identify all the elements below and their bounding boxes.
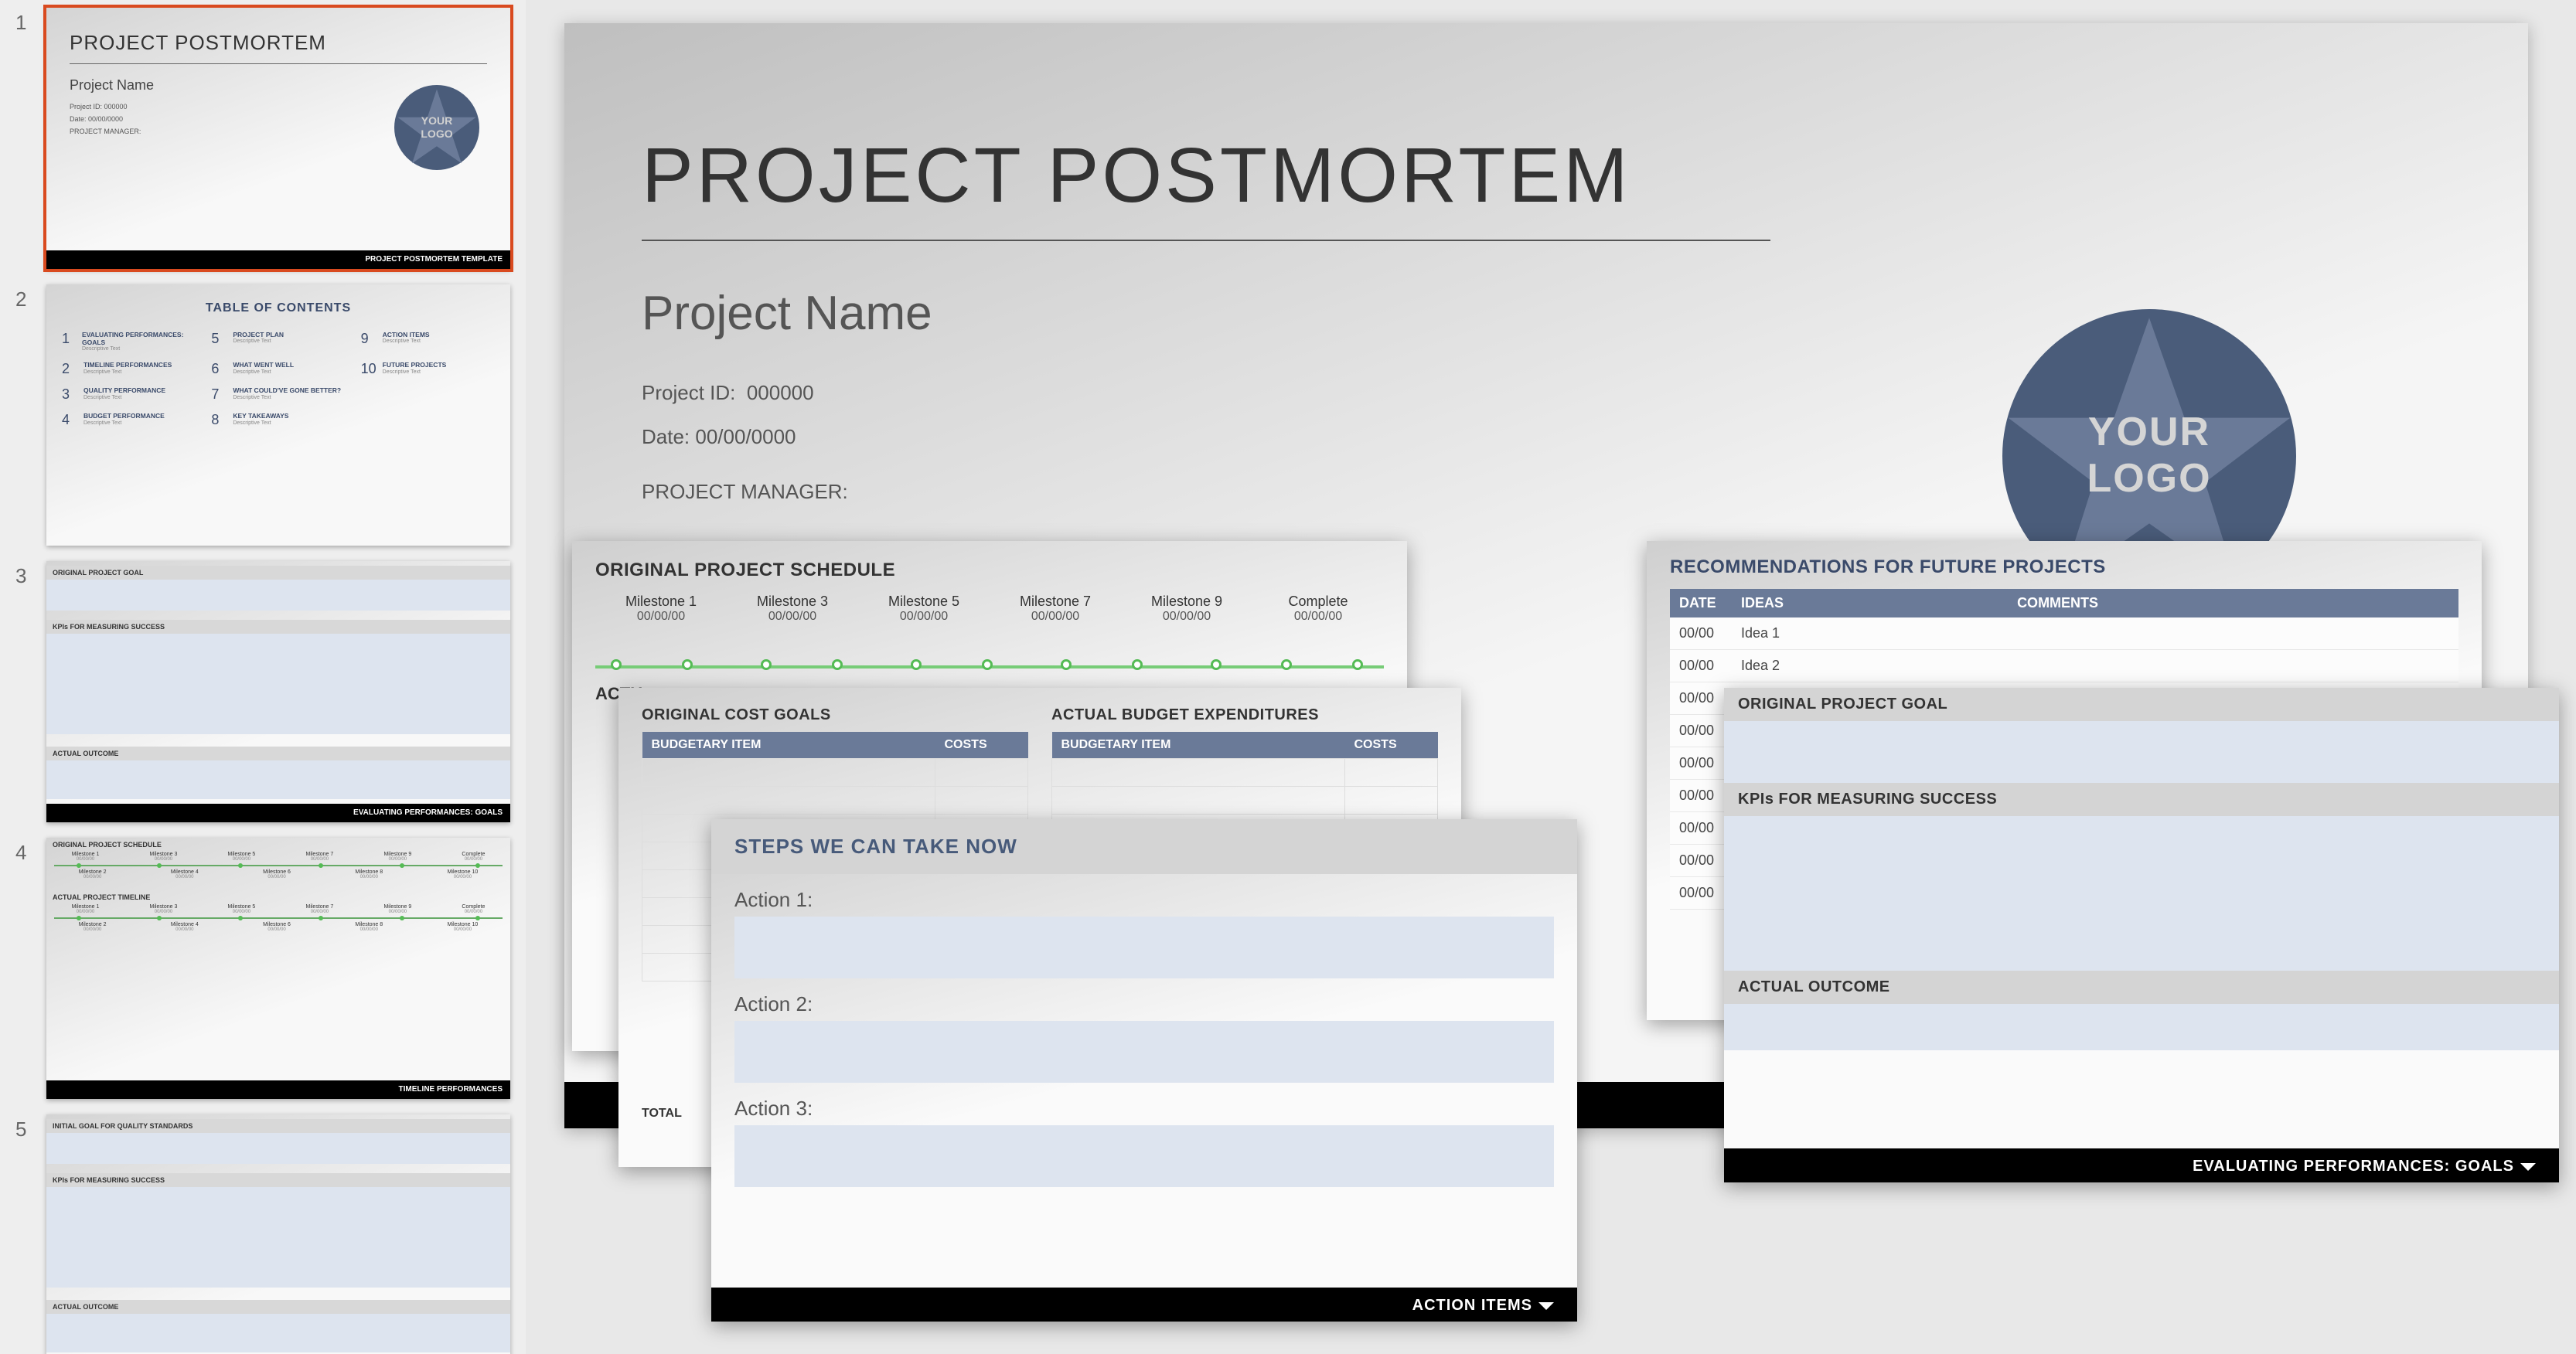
- slide-thumbnail-1[interactable]: PROJECT POSTMORTEM Project Name Project …: [46, 8, 510, 269]
- milestone-row: Milestone 200/00/00Milestone 400/00/00Mi…: [46, 922, 510, 932]
- action-3-box[interactable]: [734, 1125, 1554, 1187]
- divider: [70, 63, 487, 64]
- section-header: ACTUAL PROJECT TIMELINE: [46, 890, 510, 904]
- main-canvas: PROJECT POSTMORTEM Project Name Project …: [541, 0, 2576, 1354]
- section-header: KPIs FOR MEASURING SUCCESS: [46, 620, 510, 634]
- timeline-line: [54, 917, 503, 919]
- thumb-footer: PROJECT POSTMORTEM TEMPLATE: [46, 250, 510, 269]
- section-header: ORIGINAL PROJECT SCHEDULE: [46, 838, 510, 852]
- arrow-down-icon: [2520, 1163, 2536, 1171]
- slide-subtitle[interactable]: Project Name: [642, 286, 932, 341]
- section-body: [46, 1133, 510, 1164]
- project-id-line: Project ID: 000000: [642, 371, 848, 415]
- goal-box-2[interactable]: [1724, 816, 2559, 971]
- card-title: ORIGINAL PROJECT SCHEDULE: [595, 560, 1384, 581]
- goal-h3: ACTUAL OUTCOME: [1724, 971, 2559, 1004]
- milestone-row: Milestone 100/00/00Milestone 300/00/00Mi…: [46, 852, 510, 862]
- thumb-number: 4: [15, 838, 46, 865]
- thumb-number: 3: [15, 561, 46, 588]
- section-header: ACTUAL OUTCOME: [46, 747, 510, 760]
- section-header: ACTUAL OUTCOME: [46, 1300, 510, 1314]
- slide-thumbnail-2[interactable]: TABLE OF CONTENTS 1EVALUATING PERFORMANC…: [46, 284, 510, 546]
- card-footer: ACTION ITEMS: [711, 1288, 1577, 1322]
- thumb-subtitle: Project Name: [70, 77, 154, 94]
- slide-thumbnail-3[interactable]: ORIGINAL PROJECT GOAL KPIs FOR MEASURING…: [46, 561, 510, 822]
- slide-title[interactable]: PROJECT POSTMORTEM: [642, 131, 1631, 220]
- goal-h2: KPIs FOR MEASURING SUCCESS: [1724, 783, 2559, 816]
- section-header: KPIs FOR MEASURING SUCCESS: [46, 1173, 510, 1187]
- arrow-down-icon: [1538, 1302, 1554, 1310]
- cost-left-title: ORIGINAL COST GOALS: [642, 706, 1028, 724]
- pm-line: PROJECT MANAGER:: [642, 470, 848, 514]
- action-2-box[interactable]: [734, 1021, 1554, 1083]
- date-line: Date: 00/00/0000: [642, 415, 848, 459]
- section-body: [46, 580, 510, 611]
- logo-text: YOURLOGO: [2087, 410, 2211, 502]
- thumb-footer: EVALUATING PERFORMANCES: GOALS: [46, 804, 510, 822]
- thumb-footer: TIMELINE PERFORMANCES: [46, 1080, 510, 1099]
- slide-thumbnail-4[interactable]: ORIGINAL PROJECT SCHEDULE Milestone 100/…: [46, 838, 510, 1099]
- thumb-number: 2: [15, 284, 46, 311]
- total-label: TOTAL: [642, 1107, 682, 1121]
- card-goals[interactable]: ORIGINAL PROJECT GOAL KPIs FOR MEASURING…: [1724, 688, 2559, 1182]
- slide-thumbnail-5[interactable]: INITIAL GOAL FOR QUALITY STANDARDS KPIs …: [46, 1114, 510, 1354]
- section-body: [46, 634, 510, 734]
- cost-right-title: ACTUAL BUDGET EXPENDITURES: [1051, 706, 1438, 724]
- toc-grid: 1EVALUATING PERFORMANCES: GOALSDescripti…: [62, 331, 495, 428]
- meta-line: PROJECT MANAGER:: [70, 125, 141, 138]
- divider: [642, 240, 1770, 241]
- goal-box-1[interactable]: [1724, 721, 2559, 783]
- action-1-label: Action 1:: [711, 874, 1577, 917]
- milestone-grid: Milestone 100/00/00Milestone 300/00/00Mi…: [595, 594, 1384, 624]
- card-footer: EVALUATING PERFORMANCES: GOALS: [1724, 1148, 2559, 1182]
- section-body: [46, 760, 510, 799]
- action-2-label: Action 2:: [711, 978, 1577, 1021]
- milestone-row: Milestone 200/00/00Milestone 400/00/00Mi…: [46, 869, 510, 879]
- thumb-title: PROJECT POSTMORTEM: [70, 31, 326, 55]
- section-body: [46, 1187, 510, 1288]
- card-steps[interactable]: STEPS WE CAN TAKE NOW Action 1: Action 2…: [711, 819, 1577, 1322]
- section-body: [46, 1314, 510, 1352]
- logo-text: YOURLOGO: [421, 114, 452, 141]
- meta-line: Project ID: 000000: [70, 100, 141, 113]
- timeline-line: [54, 865, 503, 866]
- action-3-label: Action 3:: [711, 1083, 1577, 1125]
- logo-badge: YOURLOGO: [394, 85, 479, 170]
- thumb-number: 5: [15, 1114, 46, 1141]
- timeline-line: [595, 665, 1384, 668]
- thumb-number: 1: [15, 8, 46, 35]
- section-header: INITIAL GOAL FOR QUALITY STANDARDS: [46, 1119, 510, 1133]
- slide-meta[interactable]: Project ID: 000000 Date: 00/00/0000 PROJ…: [642, 371, 848, 515]
- thumb-meta: Project ID: 000000 Date: 00/00/0000 PROJ…: [70, 100, 141, 138]
- thumbnail-panel: 1 PROJECT POSTMORTEM Project Name Projec…: [0, 0, 526, 1354]
- toc-title: TABLE OF CONTENTS: [46, 301, 510, 315]
- section-header: ORIGINAL PROJECT GOAL: [46, 566, 510, 580]
- goal-box-3[interactable]: [1724, 1004, 2559, 1050]
- milestone-row: Milestone 100/00/00Milestone 300/00/00Mi…: [46, 904, 510, 914]
- steps-title: STEPS WE CAN TAKE NOW: [711, 819, 1577, 874]
- action-1-box[interactable]: [734, 917, 1554, 978]
- goal-h1: ORIGINAL PROJECT GOAL: [1724, 688, 2559, 721]
- rec-title: RECOMMENDATIONS FOR FUTURE PROJECTS: [1670, 556, 2458, 578]
- meta-line: Date: 00/00/0000: [70, 113, 141, 125]
